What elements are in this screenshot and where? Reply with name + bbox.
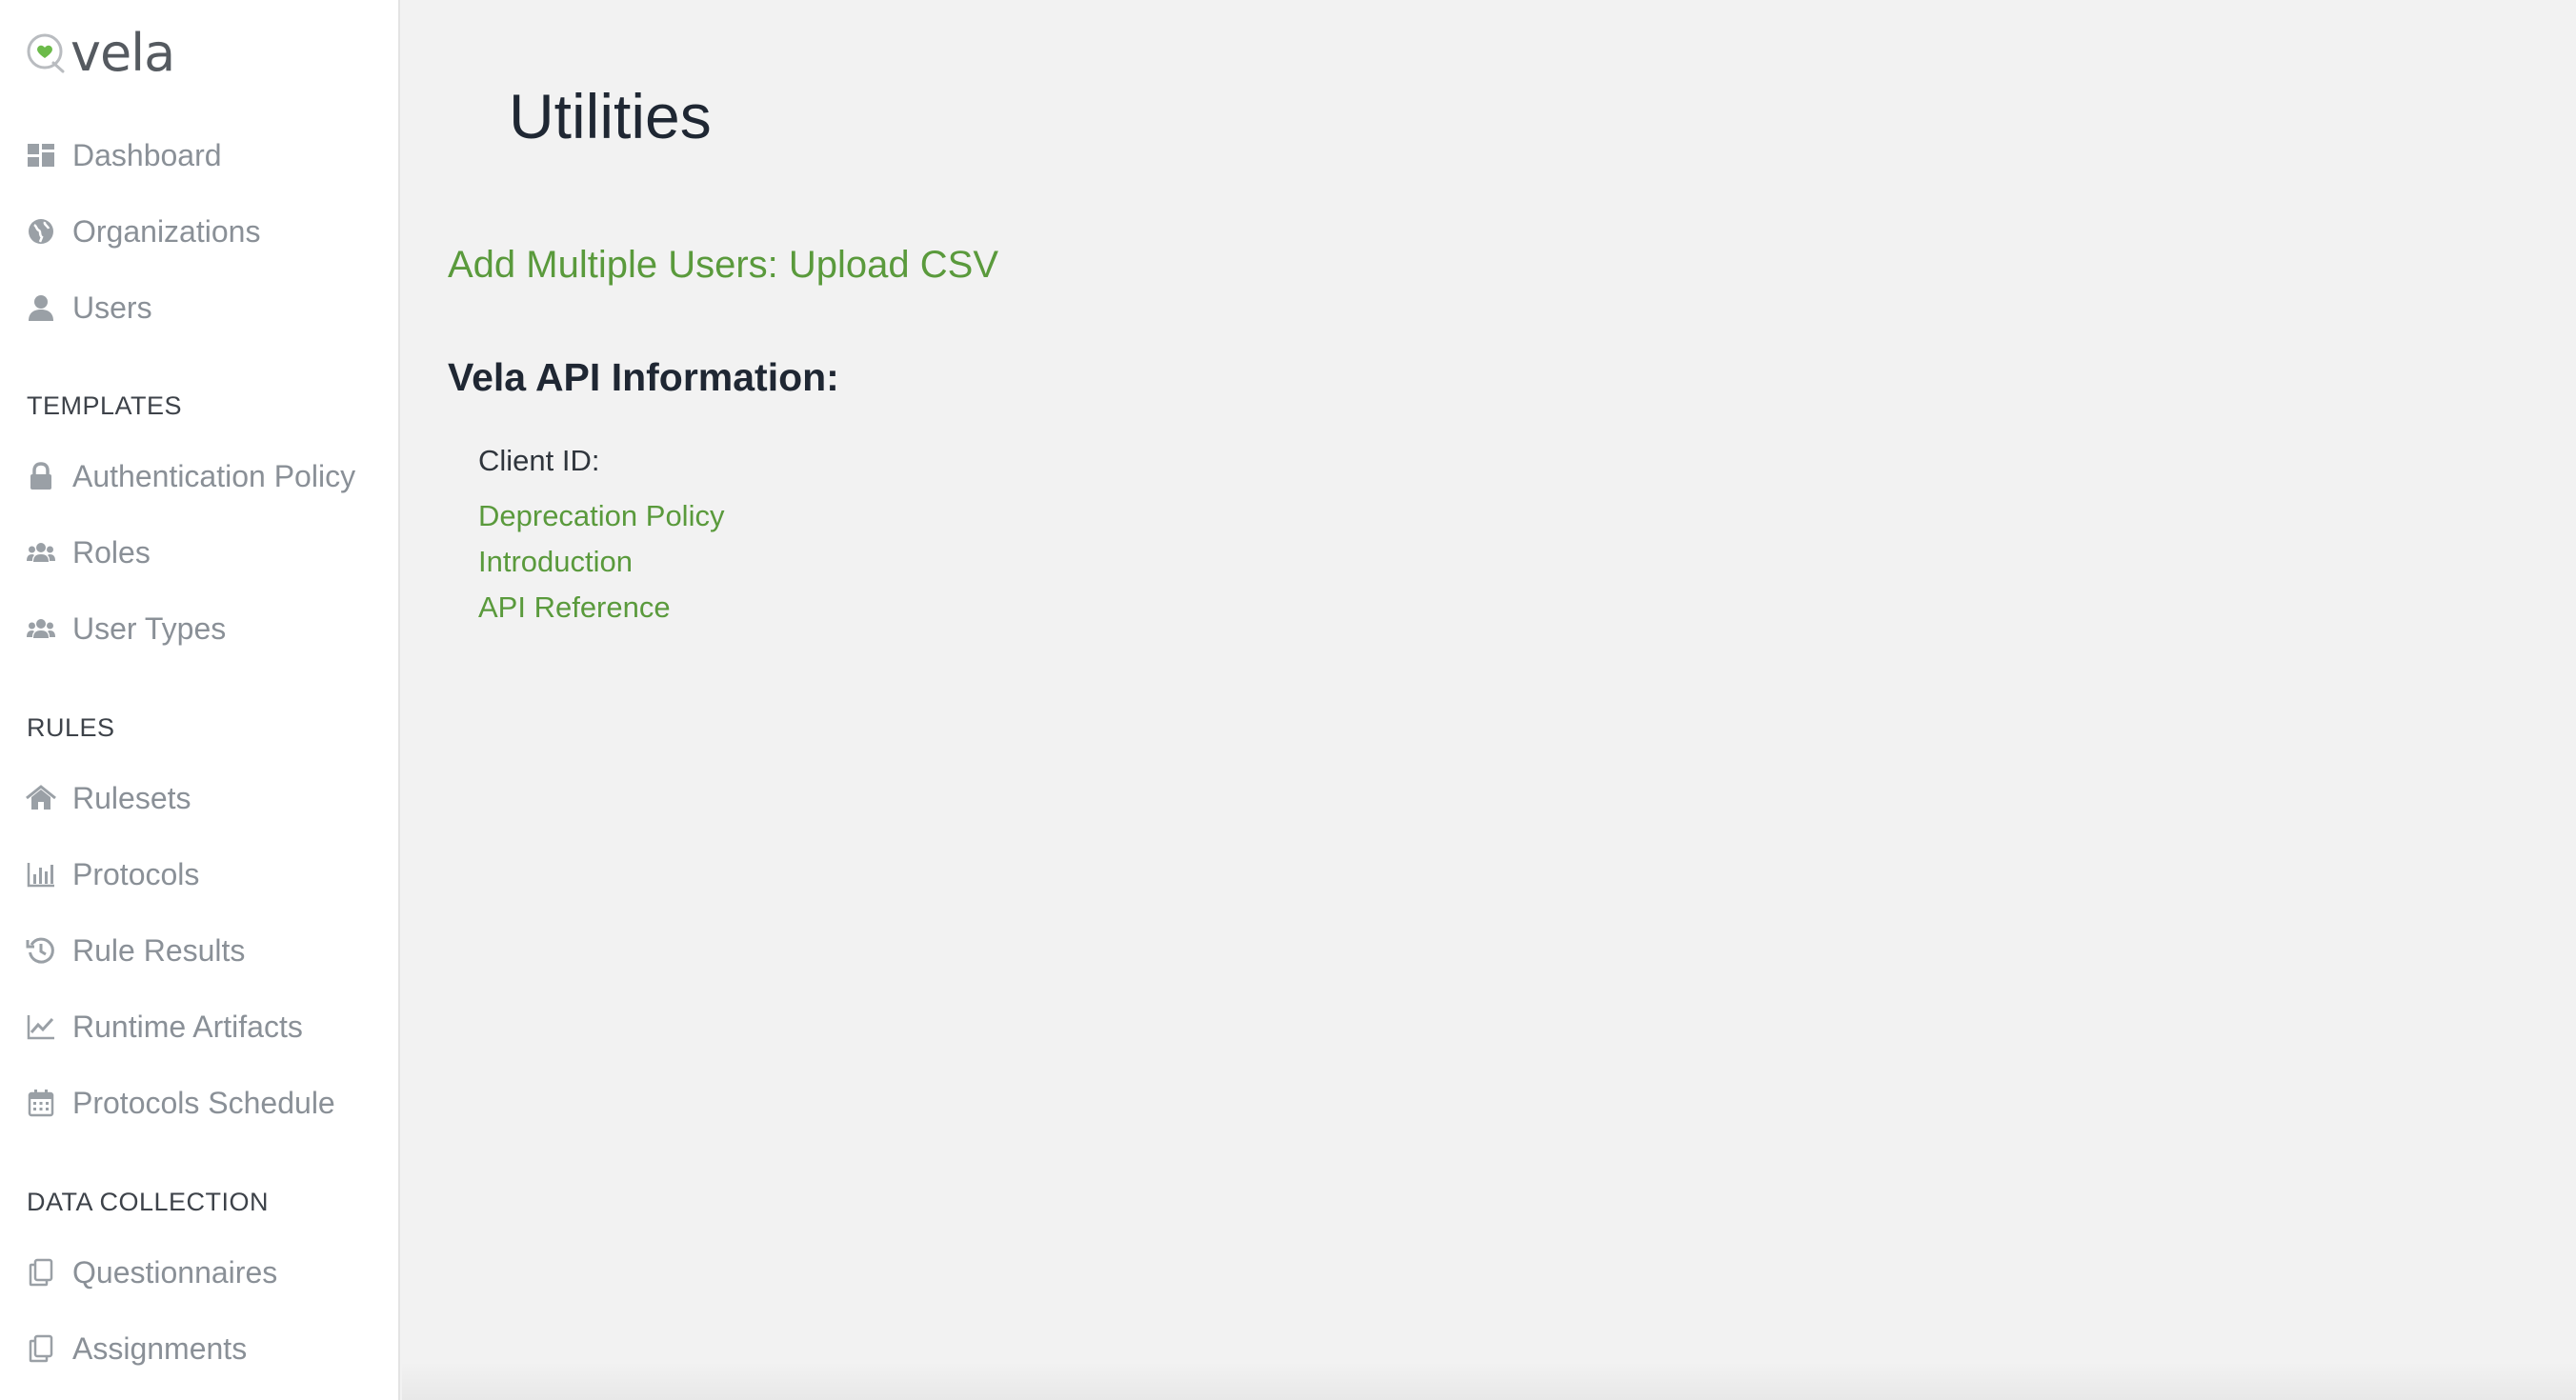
page-title: Utilities bbox=[509, 81, 712, 151]
sidebar: vela Dashboard Organizations Users TEMPL… bbox=[0, 0, 400, 1400]
history-icon bbox=[25, 934, 57, 967]
calendar-icon bbox=[25, 1087, 57, 1119]
bottom-shadow bbox=[402, 1362, 2576, 1400]
sidebar-item-label: Rule Results bbox=[72, 933, 246, 968]
sidebar-item-questionnaires[interactable]: Questionnaires bbox=[25, 1249, 277, 1296]
copy-icon bbox=[25, 1332, 57, 1365]
sidebar-item-protocols[interactable]: Protocols bbox=[25, 850, 199, 898]
app-window: vela Dashboard Organizations Users TEMPL… bbox=[0, 0, 2576, 1400]
sidebar-item-label: Rulesets bbox=[72, 781, 191, 815]
sidebar-item-roles[interactable]: Roles bbox=[25, 529, 151, 576]
section-heading-rules: RULES bbox=[27, 713, 115, 742]
user-icon bbox=[25, 291, 57, 324]
copy-icon bbox=[25, 1256, 57, 1289]
users-icon bbox=[25, 612, 57, 645]
logo-heart-icon bbox=[27, 33, 65, 73]
api-reference-link[interactable]: API Reference bbox=[478, 589, 671, 627]
sidebar-item-runtime-artifacts[interactable]: Runtime Artifacts bbox=[25, 1003, 303, 1050]
sidebar-item-rulesets[interactable]: Rulesets bbox=[25, 774, 191, 822]
sidebar-item-label: Users bbox=[72, 290, 152, 325]
sidebar-item-label: Roles bbox=[72, 535, 151, 570]
sidebar-item-label: Assignments bbox=[72, 1331, 248, 1366]
sidebar-item-organizations[interactable]: Organizations bbox=[25, 208, 260, 255]
section-heading-data-collection: DATA COLLECTION bbox=[27, 1188, 270, 1216]
introduction-link[interactable]: Introduction bbox=[478, 543, 633, 581]
sidebar-item-label: Organizations bbox=[72, 214, 261, 249]
sidebar-item-authentication-policy[interactable]: Authentication Policy bbox=[25, 452, 355, 500]
globe-icon bbox=[25, 215, 57, 248]
lock-icon bbox=[25, 460, 57, 492]
line-chart-icon bbox=[25, 1010, 57, 1043]
sidebar-item-protocols-schedule[interactable]: Protocols Schedule bbox=[25, 1079, 335, 1127]
sidebar-item-label: Runtime Artifacts bbox=[72, 1010, 303, 1044]
sidebar-item-label: Authentication Policy bbox=[72, 459, 356, 493]
upload-csv-link[interactable]: Add Multiple Users: Upload CSV bbox=[448, 238, 998, 291]
logo-text: vela bbox=[70, 23, 175, 83]
sidebar-item-dashboard[interactable]: Dashboard bbox=[25, 131, 222, 179]
sidebar-item-label: Protocols Schedule bbox=[72, 1086, 335, 1120]
sidebar-item-label: User Types bbox=[72, 611, 227, 646]
sidebar-item-label: Dashboard bbox=[72, 138, 222, 172]
deprecation-policy-link[interactable]: Deprecation Policy bbox=[478, 497, 724, 535]
sidebar-item-label: Questionnaires bbox=[72, 1255, 278, 1290]
sidebar-item-users[interactable]: Users bbox=[25, 284, 152, 331]
vela-logo[interactable]: vela bbox=[25, 23, 175, 83]
home-icon bbox=[25, 782, 57, 814]
bar-chart-icon bbox=[25, 858, 57, 890]
sidebar-item-rule-results[interactable]: Rule Results bbox=[25, 927, 245, 974]
sidebar-item-assignments[interactable]: Assignments bbox=[25, 1325, 247, 1372]
main-content: Utilities Add Multiple Users: Upload CSV… bbox=[402, 0, 2576, 1400]
section-heading-templates: TEMPLATES bbox=[27, 391, 183, 420]
sidebar-item-user-types[interactable]: User Types bbox=[25, 605, 226, 652]
client-id-label: Client ID: bbox=[478, 444, 600, 477]
dashboard-icon bbox=[25, 139, 57, 171]
users-icon bbox=[25, 536, 57, 569]
api-info-heading: Vela API Information: bbox=[448, 355, 839, 399]
sidebar-item-label: Protocols bbox=[72, 857, 200, 891]
